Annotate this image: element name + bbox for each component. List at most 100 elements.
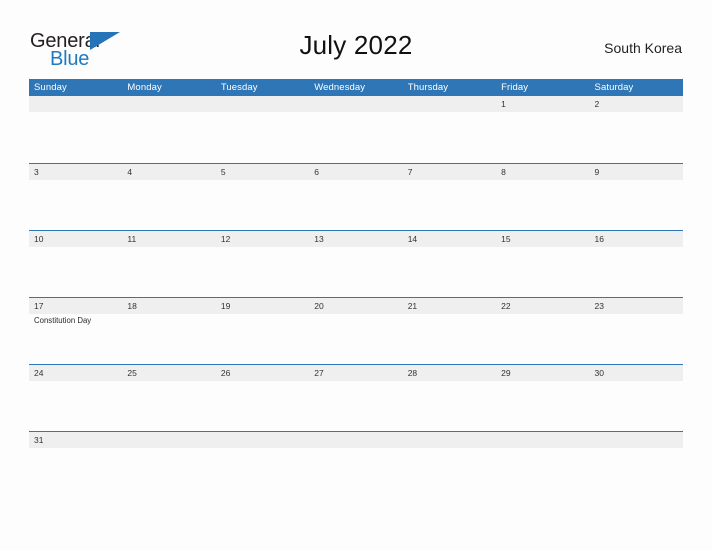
day-cell[interactable] xyxy=(590,448,683,498)
day-cell[interactable] xyxy=(29,381,122,431)
date-number[interactable]: 8 xyxy=(496,164,589,180)
day-cell[interactable] xyxy=(496,314,589,364)
date-number[interactable]: 23 xyxy=(590,298,683,314)
day-of-week-header-sunday: Sunday xyxy=(34,82,67,93)
calendar-page: General Blue July 2022 South Korea Sunda… xyxy=(0,0,712,550)
day-cell[interactable] xyxy=(309,314,402,364)
day-cell[interactable] xyxy=(216,180,309,230)
date-number-empty xyxy=(29,96,122,112)
date-number-empty xyxy=(496,432,589,448)
day-cell[interactable] xyxy=(403,247,496,297)
day-cell[interactable] xyxy=(309,381,402,431)
day-of-week-header-saturday: Saturday xyxy=(594,82,634,93)
date-number-band: 12 xyxy=(29,96,683,112)
day-cell[interactable] xyxy=(29,247,122,297)
date-number[interactable]: 5 xyxy=(216,164,309,180)
day-cell[interactable] xyxy=(122,314,215,364)
day-cell[interactable] xyxy=(590,314,683,364)
date-number[interactable]: 1 xyxy=(496,96,589,112)
date-number[interactable]: 20 xyxy=(309,298,402,314)
day-cell[interactable] xyxy=(403,180,496,230)
events-band xyxy=(29,247,683,297)
date-number-band: 24 25 26 27 28 29 30 xyxy=(29,365,683,381)
day-cell[interactable] xyxy=(496,381,589,431)
date-number[interactable]: 24 xyxy=(29,365,122,381)
day-cell[interactable] xyxy=(216,448,309,498)
day-cell[interactable] xyxy=(403,381,496,431)
date-number[interactable]: 26 xyxy=(216,365,309,381)
date-number[interactable]: 4 xyxy=(122,164,215,180)
day-cell[interactable] xyxy=(496,112,589,162)
day-cell[interactable] xyxy=(590,381,683,431)
day-cell[interactable] xyxy=(122,112,215,162)
calendar-week-row: 24 25 26 27 28 29 30 xyxy=(29,364,683,431)
day-cell[interactable] xyxy=(309,247,402,297)
date-number[interactable]: 11 xyxy=(122,231,215,247)
day-cell[interactable] xyxy=(309,448,402,498)
date-number-empty xyxy=(309,96,402,112)
day-cell[interactable] xyxy=(216,112,309,162)
date-number[interactable]: 25 xyxy=(122,365,215,381)
date-number[interactable]: 21 xyxy=(403,298,496,314)
date-number[interactable]: 7 xyxy=(403,164,496,180)
day-cell[interactable] xyxy=(309,180,402,230)
day-of-week-header-wednesday: Wednesday xyxy=(314,82,366,93)
date-number-band: 31 xyxy=(29,432,683,448)
events-band xyxy=(29,381,683,431)
region-label: South Korea xyxy=(604,40,682,56)
day-cell[interactable] xyxy=(403,314,496,364)
day-cell[interactable] xyxy=(590,247,683,297)
date-number[interactable]: 12 xyxy=(216,231,309,247)
date-number[interactable]: 6 xyxy=(309,164,402,180)
date-number[interactable]: 28 xyxy=(403,365,496,381)
page-header: General Blue July 2022 South Korea xyxy=(0,0,712,79)
day-cell[interactable] xyxy=(496,448,589,498)
date-number-empty xyxy=(309,432,402,448)
day-cell[interactable] xyxy=(590,112,683,162)
holiday-label: Constitution Day xyxy=(34,316,92,325)
day-cell[interactable] xyxy=(29,448,122,498)
day-cell[interactable] xyxy=(496,247,589,297)
day-cell[interactable] xyxy=(403,112,496,162)
date-number[interactable]: 15 xyxy=(496,231,589,247)
day-cell[interactable] xyxy=(122,448,215,498)
day-cell[interactable] xyxy=(29,112,122,162)
date-number[interactable]: 30 xyxy=(590,365,683,381)
calendar-week-row: 12 xyxy=(29,96,683,163)
date-number[interactable]: 29 xyxy=(496,365,589,381)
day-cell[interactable] xyxy=(29,180,122,230)
date-number[interactable]: 14 xyxy=(403,231,496,247)
date-number[interactable]: 19 xyxy=(216,298,309,314)
date-number[interactable]: 16 xyxy=(590,231,683,247)
day-cell[interactable] xyxy=(496,180,589,230)
date-number-band: 3456789 xyxy=(29,164,683,180)
day-cell[interactable] xyxy=(590,180,683,230)
date-number[interactable]: 13 xyxy=(309,231,402,247)
day-of-week-header-row: Sunday Monday Tuesday Wednesday Thursday Frid… xyxy=(29,79,683,96)
day-cell[interactable] xyxy=(122,180,215,230)
day-of-week-header-friday: Friday xyxy=(501,82,529,93)
day-cell[interactable] xyxy=(122,381,215,431)
day-cell[interactable] xyxy=(309,112,402,162)
date-number-empty xyxy=(403,432,496,448)
date-number[interactable]: 27 xyxy=(309,365,402,381)
calendar-week-row: 10 11 12 13 14 15 16 xyxy=(29,230,683,297)
date-number[interactable]: 3 xyxy=(29,164,122,180)
day-cell[interactable] xyxy=(122,247,215,297)
day-cell[interactable]: Constitution Day xyxy=(29,314,122,364)
date-number[interactable]: 17 xyxy=(29,298,122,314)
date-number[interactable]: 10 xyxy=(29,231,122,247)
day-cell[interactable] xyxy=(403,448,496,498)
date-number[interactable]: 22 xyxy=(496,298,589,314)
day-cell[interactable] xyxy=(216,381,309,431)
day-cell[interactable] xyxy=(216,314,309,364)
date-number[interactable]: 2 xyxy=(590,96,683,112)
day-cell[interactable] xyxy=(216,247,309,297)
events-band: Constitution Day xyxy=(29,314,683,364)
date-number[interactable]: 31 xyxy=(29,432,122,448)
events-band xyxy=(29,180,683,230)
calendar-week-row: 3456789 xyxy=(29,163,683,230)
date-number[interactable]: 9 xyxy=(590,164,683,180)
date-number[interactable]: 18 xyxy=(122,298,215,314)
events-band xyxy=(29,448,683,498)
